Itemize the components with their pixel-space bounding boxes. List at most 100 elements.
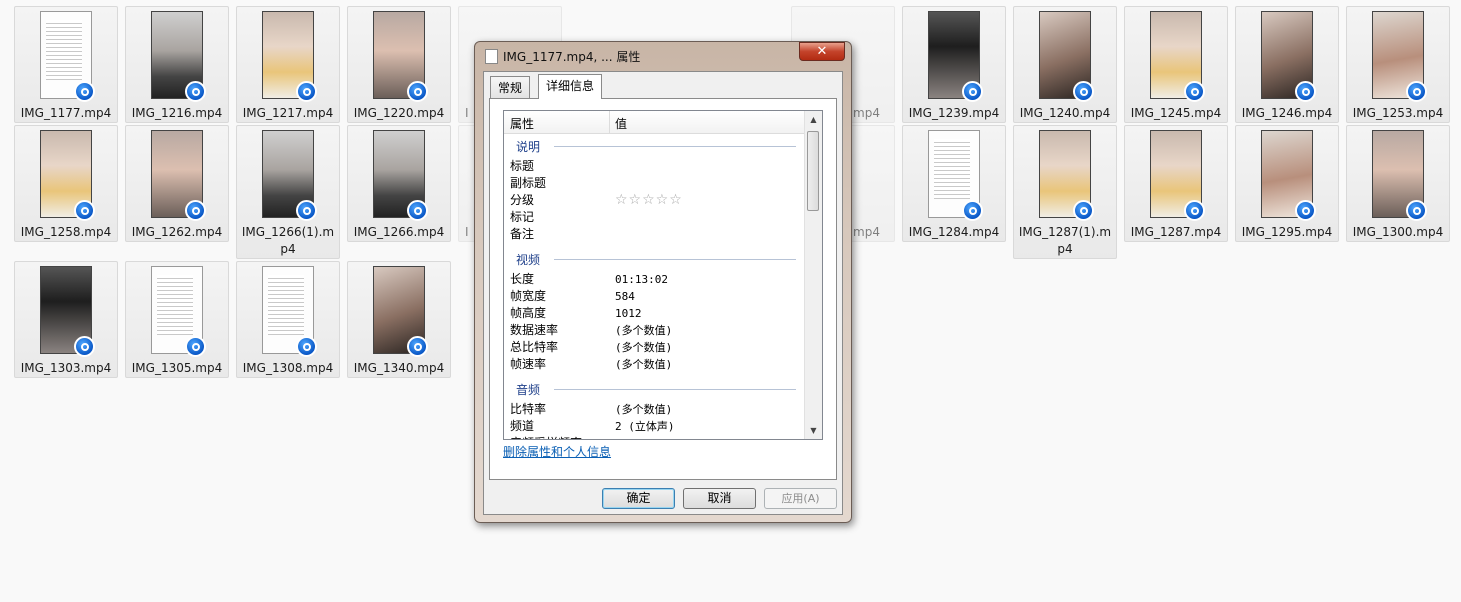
property-row[interactable]: 分级 ☆☆☆☆☆ (510, 192, 800, 209)
file-name: IMG_1284.mp4 (908, 225, 1000, 239)
property-value: (多个数值) (615, 324, 673, 337)
property-row[interactable]: 音频采样频率 48 kHz (510, 435, 800, 439)
file-name: IMG_1220.mp4 (353, 106, 445, 120)
cancel-button[interactable]: 取消 (683, 488, 756, 509)
file-tile[interactable]: IMG_1303.mp4 (14, 261, 118, 378)
property-row[interactable]: 帧速率 (多个数值) (510, 356, 800, 373)
header-value[interactable]: 值 (615, 115, 627, 132)
file-tile[interactable]: IMG_1258.mp4 (14, 125, 118, 242)
property-row[interactable]: 数据速率 (多个数值) (510, 322, 800, 339)
property-row[interactable]: 频道 2 (立体声) (510, 418, 800, 435)
file-name: IMG_1295.mp4 (1241, 225, 1333, 239)
file-tile[interactable]: IMG_1220.mp4 (347, 6, 451, 123)
file-name: IMG_1240.mp4 (1019, 106, 1111, 120)
property-list[interactable]: 属性 值 说明标题副标题分级 ☆☆☆☆☆ 标记 备注视频长度 01:13:02 帧宽度 58… (503, 110, 823, 440)
file-name: IMG_1217.mp4 (242, 106, 334, 120)
property-name: 副标题 (510, 176, 547, 190)
video-player-icon (185, 336, 206, 357)
file-name: IMG_1266(1).mp4 (241, 225, 335, 256)
video-player-icon (74, 336, 95, 357)
file-tile[interactable]: IMG_1308.mp4 (236, 261, 340, 378)
file-tile[interactable]: IMG_1284.mp4 (902, 125, 1006, 242)
video-player-icon (296, 336, 317, 357)
property-row[interactable]: 标记 (510, 209, 800, 226)
property-row[interactable]: 副标题 (510, 175, 800, 192)
ok-button[interactable]: 确定 (602, 488, 675, 509)
file-tile[interactable]: IMG_1217.mp4 (236, 6, 340, 123)
file-name: IMG_1253.mp4 (1352, 106, 1444, 120)
video-player-icon (1073, 200, 1094, 221)
file-name: IMG_1239.mp4 (908, 106, 1000, 120)
file-name: IMG_1245.mp4 (1130, 106, 1222, 120)
file-tile[interactable]: IMG_1246.mp4 (1235, 6, 1339, 123)
group-header-description[interactable]: 说明 (516, 138, 796, 154)
video-player-icon (407, 81, 428, 102)
property-row[interactable]: 帧宽度 584 (510, 288, 800, 305)
file-tile[interactable]: IMG_1300.mp4 (1346, 125, 1450, 242)
scroll-thumb[interactable] (807, 131, 819, 211)
property-row[interactable]: 比特率 (多个数值) (510, 401, 800, 418)
property-name: 长度 (510, 272, 535, 286)
file-name: IMG_1305.mp4 (131, 361, 223, 375)
property-name: 备注 (510, 227, 535, 241)
video-player-icon (185, 81, 206, 102)
file-tile[interactable]: IMG_1266(1).mp4 (236, 125, 340, 259)
file-name: IMG_1246.mp4 (1241, 106, 1333, 120)
video-player-icon (1184, 200, 1205, 221)
property-row[interactable]: 长度 01:13:02 (510, 271, 800, 288)
apply-button[interactable]: 应用(A) (764, 488, 837, 509)
file-tile[interactable]: IMG_1295.mp4 (1235, 125, 1339, 242)
group-header-video[interactable]: 视频 (516, 251, 796, 267)
file-tile[interactable]: IMG_1177.mp4 (14, 6, 118, 123)
rating-stars[interactable]: ☆☆☆☆☆ (615, 192, 683, 208)
property-value: (多个数值) (615, 358, 673, 371)
file-name: IMG_1216.mp4 (131, 106, 223, 120)
tab-general[interactable]: 常规 (490, 76, 531, 98)
file-name: IMG_1262.mp4 (131, 225, 223, 239)
property-name: 总比特率 (510, 340, 559, 354)
property-value: (多个数值) (615, 403, 673, 416)
property-value: (多个数值) (615, 341, 673, 354)
property-row[interactable]: 标题 (510, 158, 800, 175)
property-name: 分级 (510, 193, 535, 207)
dialog-title: IMG_1177.mp4, ... 属性 (503, 50, 641, 64)
file-tile[interactable]: IMG_1216.mp4 (125, 6, 229, 123)
video-player-icon (74, 200, 95, 221)
property-row[interactable]: 总比特率 (多个数值) (510, 339, 800, 356)
details-panel: 属性 值 说明标题副标题分级 ☆☆☆☆☆ 标记 备注视频长度 01:13:02 帧宽度 58… (489, 98, 837, 480)
dialog-client: 常规 详细信息 属性 值 说明标题副标题分级 ☆☆☆☆☆ 标记 备注视频长度 01:13… (483, 71, 843, 515)
file-tile[interactable]: IMG_1240.mp4 (1013, 6, 1117, 123)
video-player-icon (1295, 81, 1316, 102)
video-player-icon (1406, 81, 1427, 102)
property-name: 标题 (510, 159, 535, 173)
file-tile[interactable]: IMG_1239.mp4 (902, 6, 1006, 123)
group-header-audio[interactable]: 音频 (516, 381, 796, 397)
property-row[interactable]: 帧高度 1012 (510, 305, 800, 322)
scroll-up-icon[interactable]: ▲ (805, 111, 822, 128)
property-name: 帧高度 (510, 306, 547, 320)
remove-properties-link[interactable]: 删除属性和个人信息 (503, 443, 611, 460)
file-name: IMG_1287(1).mp4 (1018, 225, 1112, 256)
file-tile[interactable]: IMG_1287.mp4 (1124, 125, 1228, 242)
property-name: 帧速率 (510, 357, 547, 371)
property-row[interactable]: 备注 (510, 226, 800, 243)
file-tile[interactable]: IMG_1305.mp4 (125, 261, 229, 378)
video-player-icon (407, 336, 428, 357)
file-tile[interactable]: IMG_1253.mp4 (1346, 6, 1450, 123)
property-name: 比特率 (510, 402, 547, 416)
video-player-icon (74, 81, 95, 102)
header-property[interactable]: 属性 (510, 115, 534, 132)
scroll-down-icon[interactable]: ▼ (805, 422, 822, 439)
property-name: 帧宽度 (510, 289, 547, 303)
file-tile[interactable]: IMG_1287(1).mp4 (1013, 125, 1117, 259)
file-tile[interactable]: IMG_1340.mp4 (347, 261, 451, 378)
tab-details[interactable]: 详细信息 (538, 74, 603, 99)
close-button[interactable]: ✕ (799, 42, 845, 61)
file-icon (485, 49, 498, 64)
file-tile[interactable]: IMG_1245.mp4 (1124, 6, 1228, 123)
file-tile[interactable]: IMG_1262.mp4 (125, 125, 229, 242)
vertical-scrollbar[interactable]: ▲ ▼ (804, 111, 822, 439)
file-tile[interactable]: IMG_1266.mp4 (347, 125, 451, 242)
property-value: 1012 (615, 307, 642, 320)
video-player-icon (185, 200, 206, 221)
